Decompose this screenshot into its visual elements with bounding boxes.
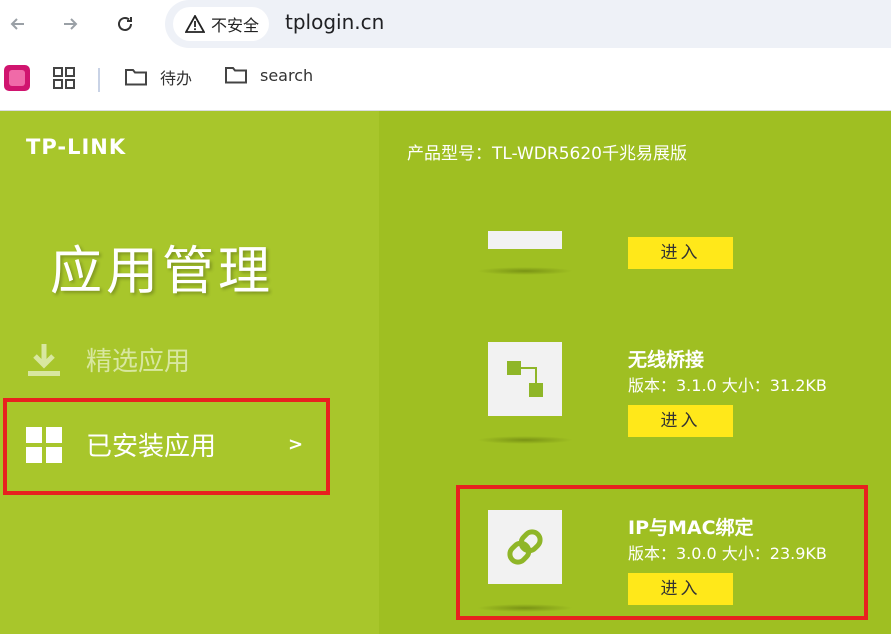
warning-icon [185, 15, 205, 33]
wireless-bridge-app-tile[interactable] [488, 342, 562, 416]
app-name: 无线桥接 [628, 349, 705, 371]
url-text[interactable]: tplogin.cn [285, 10, 384, 34]
main-content: 产品型号：TL-WDR5620千兆易展版 进入 无线桥接 版本：3.1.0 大小… [379, 111, 891, 634]
back-arrow-icon [10, 18, 24, 30]
model-label: 产品型号：TL-WDR5620千兆易展版 [407, 144, 687, 164]
sidebar: TP-LINK 应用管理 精选应用 已安装应用 > [0, 111, 379, 634]
reload-button[interactable] [111, 10, 139, 38]
bridge-icon [507, 361, 543, 397]
bookmark-label: 待办 [160, 69, 193, 88]
tp-link-logo: TP-LINK [26, 135, 127, 159]
tile-shadow [477, 436, 573, 444]
bookmark-todo[interactable]: 待办 [124, 65, 192, 89]
back-button[interactable] [4, 10, 32, 38]
bookmark-label: search [260, 65, 314, 85]
bookmark-search[interactable]: search [224, 65, 313, 85]
forward-arrow-icon [64, 18, 78, 30]
address-bar[interactable]: 不安全 tplogin.cn [165, 0, 891, 48]
highlight-box-ip-mac [456, 485, 868, 620]
bookmarks-bar: 待办 search [0, 48, 891, 111]
sidebar-item-label: 精选应用 [86, 347, 191, 377]
reload-icon [118, 16, 132, 31]
folder-icon [225, 67, 247, 84]
security-indicator[interactable]: 不安全 [173, 7, 269, 41]
forward-button[interactable] [56, 10, 84, 38]
download-icon [28, 343, 60, 376]
tile-shadow [477, 267, 573, 275]
browser-toolbar: 不安全 tplogin.cn [0, 0, 891, 48]
enter-button[interactable]: 进入 [628, 237, 733, 269]
folder-icon [125, 69, 147, 86]
apps-grid-icon[interactable] [53, 67, 75, 93]
sidebar-item-featured-apps[interactable]: 精选应用 [26, 341, 190, 378]
router-page: TP-LINK 应用管理 精选应用 已安装应用 > 产品型号：TL-WDR562… [0, 111, 891, 634]
highlight-box-installed [3, 398, 330, 495]
security-label: 不安全 [211, 16, 260, 35]
extension-icon[interactable] [4, 65, 30, 91]
app-tile-partial [488, 231, 562, 249]
enter-button[interactable]: 进入 [628, 405, 733, 437]
bookmarks-divider [98, 68, 100, 92]
app-meta: 版本：3.1.0 大小：31.2KB [628, 376, 827, 395]
page-title: 应用管理 [50, 242, 275, 302]
